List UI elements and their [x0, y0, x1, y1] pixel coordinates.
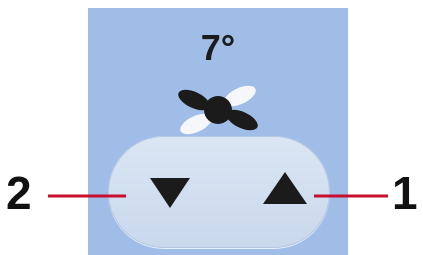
temperature-readout: 7°: [200, 27, 236, 68]
fan-icon: [178, 85, 258, 135]
callout-label-2: 2: [6, 167, 32, 219]
triangle-up-icon: [263, 172, 307, 204]
thermostat-panel: 7°: [88, 8, 348, 255]
decrease-button[interactable]: [148, 176, 192, 210]
temperature-control: [108, 136, 330, 248]
increase-button[interactable]: [261, 170, 309, 206]
triangle-down-icon: [150, 178, 190, 208]
callout-label-1: 1: [392, 167, 418, 219]
